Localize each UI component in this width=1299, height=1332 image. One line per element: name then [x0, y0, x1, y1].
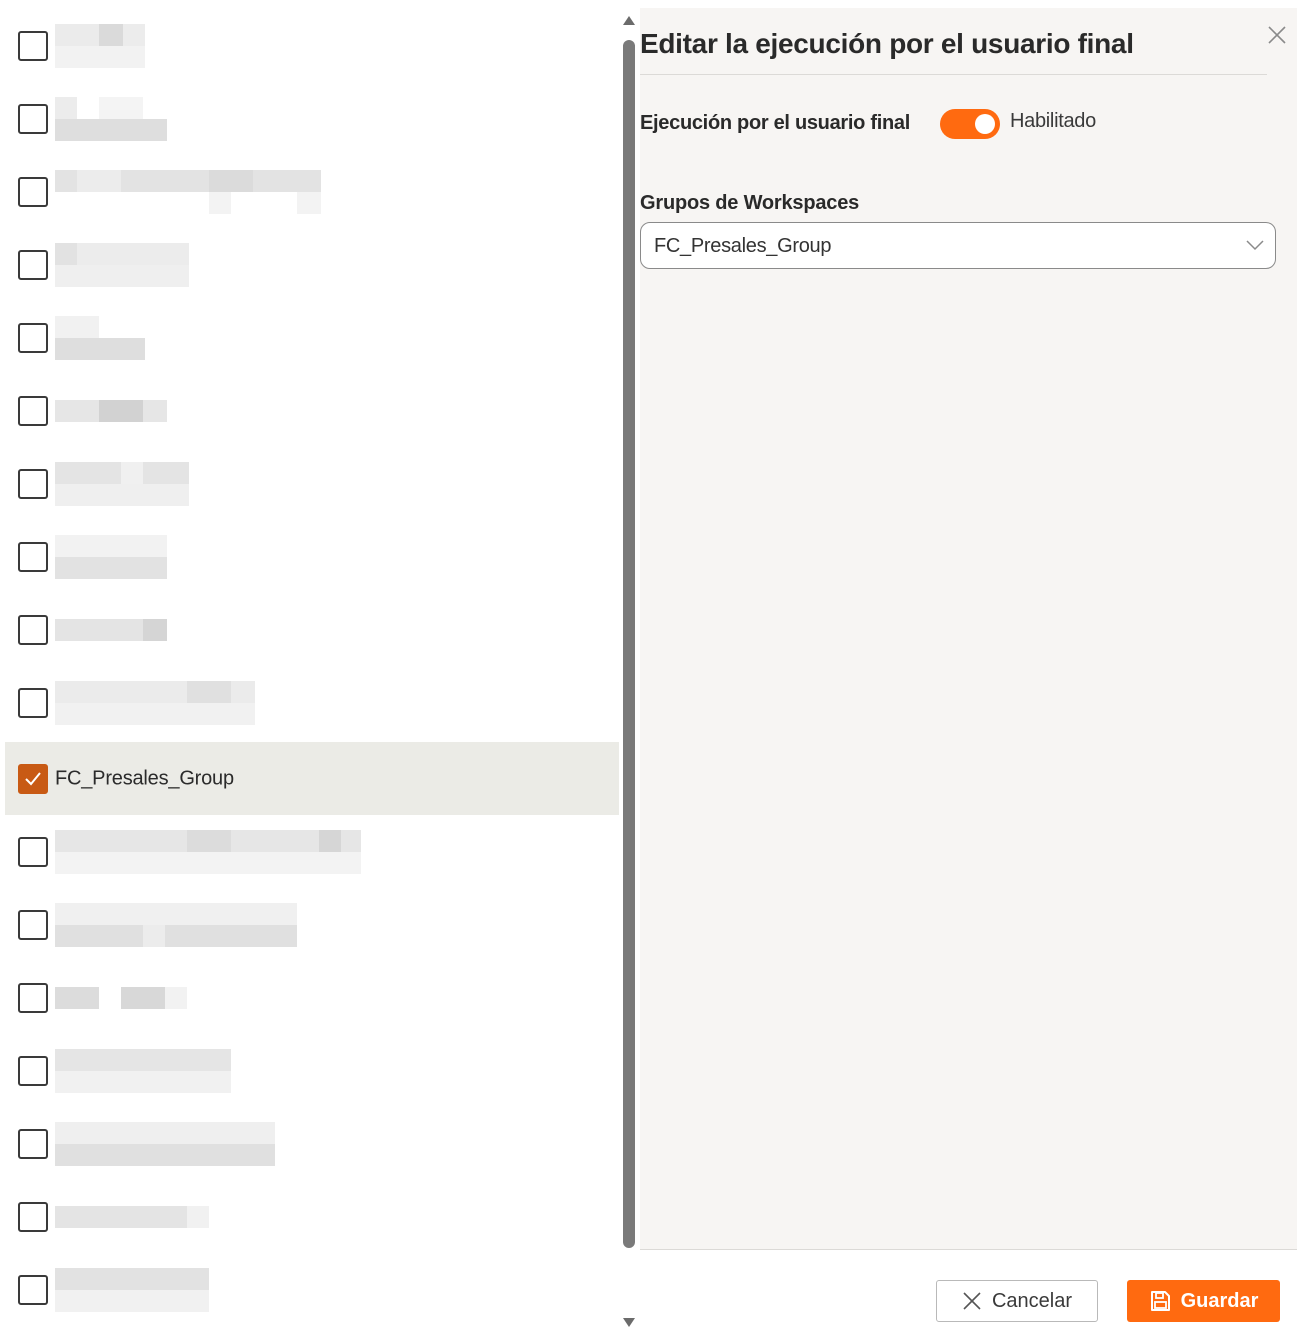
checkbox[interactable]	[18, 176, 48, 207]
redacted-label	[55, 242, 189, 287]
scroll-up-arrow[interactable]	[623, 16, 635, 25]
panel-title: Editar la ejecución por el usuario final	[640, 28, 1134, 59]
divider	[640, 74, 1267, 75]
toggle-knob	[975, 114, 995, 134]
save-label: Guardar	[1180, 1289, 1259, 1312]
checkbox[interactable]	[18, 322, 48, 353]
redacted-label	[55, 976, 187, 1020]
list-item[interactable]	[5, 374, 619, 447]
list-item[interactable]	[5, 301, 619, 374]
redacted-label	[55, 169, 321, 214]
checkbox[interactable]	[18, 541, 48, 572]
redacted-label	[55, 1195, 209, 1239]
checkbox[interactable]	[18, 468, 48, 499]
list-item[interactable]	[5, 666, 619, 739]
redacted-label	[55, 902, 297, 947]
list-item-label: FC_Presales_Group	[55, 767, 234, 789]
checkmark-icon	[25, 771, 41, 785]
redacted-label	[55, 1121, 275, 1166]
list-item[interactable]	[5, 815, 619, 888]
checkbox[interactable]	[18, 395, 48, 426]
checkbox[interactable]	[18, 836, 48, 867]
list-item[interactable]	[5, 520, 619, 593]
save-button[interactable]: Guardar	[1127, 1280, 1280, 1322]
checkbox[interactable]	[18, 1274, 48, 1305]
cancel-label: Cancelar	[991, 1289, 1073, 1312]
scrollbar-thumb[interactable]	[623, 40, 635, 1248]
redacted-label	[55, 1048, 231, 1093]
list-item-fc-presales-group[interactable]: FC_Presales_Group	[5, 742, 619, 815]
list-item[interactable]	[5, 82, 619, 155]
list-item[interactable]	[5, 888, 619, 961]
floppy-disk-icon	[1150, 1291, 1170, 1311]
checkbox[interactable]	[18, 1128, 48, 1159]
toggle-label: Ejecución por el usuario final	[640, 112, 910, 134]
redacted-label	[55, 680, 255, 725]
redacted-label	[55, 829, 361, 874]
checkbox[interactable]	[18, 909, 48, 940]
x-icon	[963, 1292, 981, 1310]
select-label: Grupos de Workspaces	[640, 192, 860, 214]
chevron-down-icon	[1246, 240, 1264, 251]
workspace-groups-select[interactable]: FC_Presales_Group	[640, 222, 1276, 269]
checkbox[interactable]	[18, 103, 48, 134]
close-button[interactable]	[1266, 24, 1288, 46]
list-item[interactable]	[5, 155, 619, 228]
redacted-label	[55, 23, 145, 68]
list-item[interactable]	[5, 593, 619, 666]
redacted-label	[55, 96, 167, 141]
end-user-execution-toggle[interactable]	[940, 109, 1000, 139]
workspace-group-list: FC_Presales_Group	[0, 0, 620, 1332]
checkbox[interactable]	[18, 30, 48, 61]
list-item[interactable]	[5, 447, 619, 520]
checkbox[interactable]	[18, 1201, 48, 1232]
cancel-button[interactable]: Cancelar	[936, 1280, 1098, 1322]
list-item[interactable]	[5, 228, 619, 301]
checkbox[interactable]	[18, 1055, 48, 1086]
list-item[interactable]	[5, 961, 619, 1034]
redacted-label	[55, 608, 167, 652]
scroll-down-arrow[interactable]	[623, 1318, 635, 1327]
panel-footer: Cancelar Guardar	[640, 1250, 1297, 1332]
list-item[interactable]	[5, 1253, 619, 1326]
redacted-label	[55, 461, 189, 506]
list-item[interactable]	[5, 1034, 619, 1107]
redacted-label	[55, 534, 167, 579]
toggle-state-text: Habilitado	[1010, 110, 1096, 132]
list-item[interactable]	[5, 1180, 619, 1253]
close-icon	[1268, 26, 1286, 44]
select-value: FC_Presales_Group	[654, 235, 832, 257]
checkbox[interactable]	[18, 687, 48, 718]
redacted-label	[55, 1267, 209, 1312]
checkbox[interactable]	[18, 614, 48, 645]
redacted-label	[55, 389, 167, 433]
list-item[interactable]	[5, 1107, 619, 1180]
redacted-label	[55, 315, 145, 360]
checkbox[interactable]	[18, 982, 48, 1013]
checkbox[interactable]	[18, 249, 48, 280]
checkbox-checked[interactable]	[18, 763, 48, 794]
edit-panel: Editar la ejecución por el usuario final…	[640, 8, 1297, 1332]
list-item[interactable]	[5, 9, 619, 82]
